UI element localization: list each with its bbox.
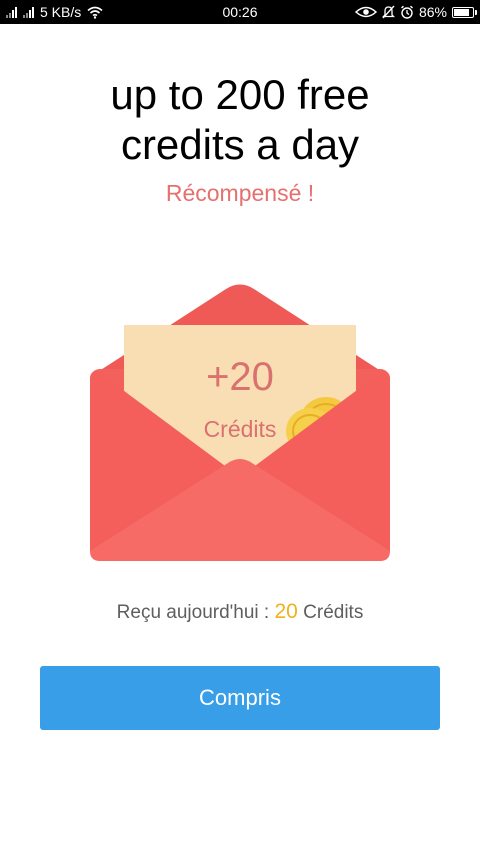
clock: 00:26 xyxy=(222,4,258,20)
reward-unit: Crédits xyxy=(203,416,277,442)
headline: up to 200 free credits a day xyxy=(0,70,480,170)
alarm-icon xyxy=(401,5,413,19)
received-value: 20 xyxy=(274,600,298,623)
status-bar: 5 KB/s 00:26 86% xyxy=(0,0,480,24)
battery-percent: 86% xyxy=(418,4,447,20)
bell-muted-icon xyxy=(381,5,395,19)
headline-line-1: up to 200 free xyxy=(110,71,370,118)
compris-button[interactable]: Compris xyxy=(40,666,440,730)
received-unit: Crédits xyxy=(303,602,364,623)
reward-amount: +20 xyxy=(206,355,274,399)
eye-icon xyxy=(354,6,377,18)
battery-fill xyxy=(454,8,469,16)
compris-button-label: Compris xyxy=(199,685,281,710)
received-label: Reçu aujourd'hui : xyxy=(116,602,270,623)
battery-icon xyxy=(452,6,477,18)
headline-line-2: credits a day xyxy=(120,121,360,168)
status-right: 86% xyxy=(354,0,477,24)
received-today: Reçu aujourd'hui : 20 Crédits xyxy=(0,600,480,624)
reward-subtitle: Récompensé ! xyxy=(165,180,315,206)
